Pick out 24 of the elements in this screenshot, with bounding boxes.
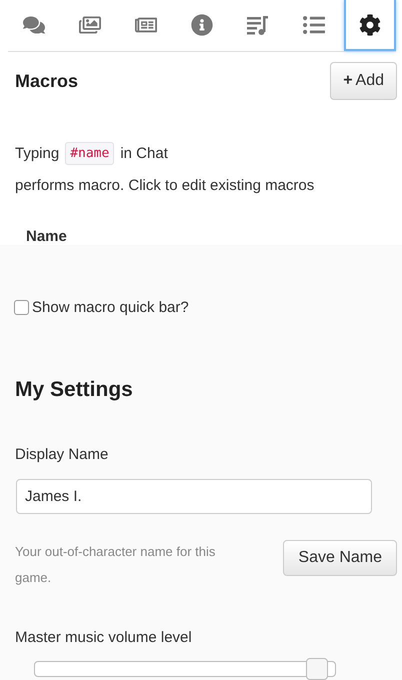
checkbox-label: Show macro quick bar? bbox=[32, 299, 189, 316]
checkbox[interactable] bbox=[14, 300, 29, 315]
display-name-field[interactable]: James I. bbox=[16, 479, 372, 514]
info-icon bbox=[191, 14, 213, 36]
tab[interactable] bbox=[344, 0, 396, 51]
images-icon bbox=[79, 14, 101, 36]
add-button[interactable]: + Add bbox=[330, 62, 397, 100]
code-snippet: #name bbox=[65, 142, 114, 165]
music-list-icon bbox=[247, 14, 269, 34]
save-name-button[interactable]: Save Name bbox=[283, 540, 397, 576]
section-title: Macros bbox=[15, 70, 78, 92]
list-icon bbox=[303, 14, 325, 36]
settings-icon bbox=[359, 14, 381, 36]
intro-text: Typing bbox=[15, 145, 60, 162]
help-text: Your out-of-character name for this game. bbox=[15, 543, 216, 587]
field-label: Master music volume level bbox=[15, 629, 193, 646]
section-title: My Settings bbox=[15, 378, 134, 402]
field-label: Display Name bbox=[15, 446, 110, 463]
volume-slider[interactable] bbox=[34, 658, 336, 680]
chat-icon bbox=[23, 14, 45, 36]
intro-text: in Chat bbox=[120, 145, 168, 162]
column-header: Name bbox=[26, 228, 68, 245]
intro-text: performs macro. Click to edit existing macros bbox=[15, 177, 316, 194]
slider-thumb[interactable] bbox=[306, 658, 328, 680]
